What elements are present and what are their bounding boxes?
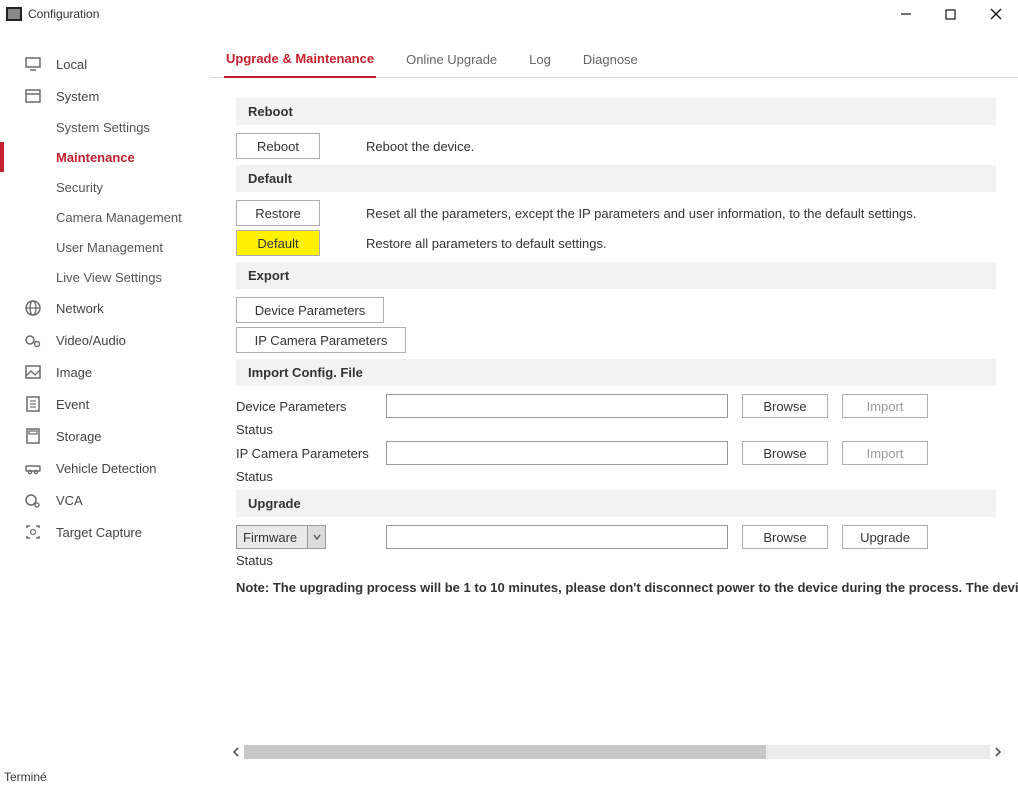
sidebar-item-label: Image: [56, 365, 92, 380]
content-panel: Reboot Reboot Reboot the device. Default…: [210, 78, 1018, 767]
window-title: Configuration: [28, 7, 99, 21]
titlebar: Configuration: [0, 0, 1018, 28]
label-device-parameters-status: Status: [236, 422, 386, 437]
chevron-down-icon: [307, 526, 325, 548]
target-capture-icon: [24, 523, 42, 541]
heading-reboot: Reboot: [236, 98, 996, 125]
label-ip-camera-parameters-status: Status: [236, 469, 386, 484]
reboot-description: Reboot the device.: [366, 139, 474, 154]
scrollbar-thumb[interactable]: [244, 745, 766, 759]
sidebar-item-local[interactable]: Local: [0, 48, 210, 80]
tab-log[interactable]: Log: [527, 52, 553, 77]
upgrade-note: Note: The upgrading process will be 1 to…: [236, 580, 1018, 595]
heading-upgrade: Upgrade: [236, 490, 996, 517]
monitor-icon: [24, 55, 42, 73]
sidebar-item-image[interactable]: Image: [0, 356, 210, 388]
minimize-button[interactable]: [883, 0, 928, 28]
status-text: Terminé: [4, 770, 47, 784]
heading-default: Default: [236, 165, 996, 192]
browse-ip-camera-parameters-button[interactable]: Browse: [742, 441, 828, 465]
import-ip-camera-parameters-button[interactable]: Import: [842, 441, 928, 465]
upgrade-type-value: Firmware: [243, 530, 297, 545]
globe-icon: [24, 299, 42, 317]
sidebar-item-security[interactable]: Security: [0, 172, 210, 202]
sidebar: Local System System Settings Maintenance…: [0, 28, 210, 767]
export-ip-camera-parameters-button[interactable]: IP Camera Parameters: [236, 327, 406, 353]
system-icon: [24, 87, 42, 105]
tab-bar: Upgrade & Maintenance Online Upgrade Log…: [210, 28, 1018, 78]
ip-camera-parameters-path-input[interactable]: [386, 441, 728, 465]
label-device-parameters: Device Parameters: [236, 399, 386, 414]
tab-diagnose[interactable]: Diagnose: [581, 52, 640, 77]
upgrade-type-select[interactable]: Firmware: [236, 525, 326, 549]
vca-icon: [24, 491, 42, 509]
sidebar-item-label: VCA: [56, 493, 83, 508]
image-icon: [24, 363, 42, 381]
vehicle-icon: [24, 459, 42, 477]
sidebar-item-label: Storage: [56, 429, 102, 444]
sidebar-item-target-capture[interactable]: Target Capture: [0, 516, 210, 548]
scroll-right-icon[interactable]: [990, 744, 1006, 760]
app-icon: [6, 7, 22, 21]
sidebar-item-label: Local: [56, 57, 87, 72]
video-audio-icon: [24, 331, 42, 349]
sidebar-item-system-settings[interactable]: System Settings: [0, 112, 210, 142]
sidebar-item-vca[interactable]: VCA: [0, 484, 210, 516]
storage-icon: [24, 427, 42, 445]
device-parameters-path-input[interactable]: [386, 394, 728, 418]
sidebar-item-label: System: [56, 89, 99, 104]
event-icon: [24, 395, 42, 413]
tab-upgrade-maintenance[interactable]: Upgrade & Maintenance: [224, 51, 376, 78]
restore-button[interactable]: Restore: [236, 200, 320, 226]
sidebar-item-live-view-settings[interactable]: Live View Settings: [0, 262, 210, 292]
sidebar-item-system[interactable]: System: [0, 80, 210, 112]
horizontal-scrollbar[interactable]: [228, 743, 1006, 761]
sidebar-item-label: Vehicle Detection: [56, 461, 156, 476]
sidebar-item-event[interactable]: Event: [0, 388, 210, 420]
sidebar-item-storage[interactable]: Storage: [0, 420, 210, 452]
sidebar-item-maintenance[interactable]: Maintenance: [0, 142, 210, 172]
status-bar: Terminé: [0, 767, 1018, 787]
scrollbar-track[interactable]: [244, 745, 990, 759]
sidebar-item-label: Event: [56, 397, 89, 412]
heading-export: Export: [236, 262, 996, 289]
scroll-left-icon[interactable]: [228, 744, 244, 760]
heading-import: Import Config. File: [236, 359, 996, 386]
sidebar-item-camera-management[interactable]: Camera Management: [0, 202, 210, 232]
sidebar-item-label: Video/Audio: [56, 333, 126, 348]
label-upgrade-status: Status: [236, 553, 386, 568]
sidebar-item-label: Network: [56, 301, 104, 316]
sidebar-item-vehicle-detection[interactable]: Vehicle Detection: [0, 452, 210, 484]
restore-description: Reset all the parameters, except the IP …: [366, 206, 916, 221]
default-button[interactable]: Default: [236, 230, 320, 256]
sidebar-item-video-audio[interactable]: Video/Audio: [0, 324, 210, 356]
browse-upgrade-button[interactable]: Browse: [742, 525, 828, 549]
tab-online-upgrade[interactable]: Online Upgrade: [404, 52, 499, 77]
upgrade-button[interactable]: Upgrade: [842, 525, 928, 549]
reboot-button[interactable]: Reboot: [236, 133, 320, 159]
label-ip-camera-parameters: IP Camera Parameters: [236, 446, 386, 461]
sidebar-item-label: Target Capture: [56, 525, 142, 540]
maximize-button[interactable]: [928, 0, 973, 28]
close-button[interactable]: [973, 0, 1018, 28]
sidebar-item-user-management[interactable]: User Management: [0, 232, 210, 262]
sidebar-item-network[interactable]: Network: [0, 292, 210, 324]
export-device-parameters-button[interactable]: Device Parameters: [236, 297, 384, 323]
browse-device-parameters-button[interactable]: Browse: [742, 394, 828, 418]
upgrade-path-input[interactable]: [386, 525, 728, 549]
import-device-parameters-button[interactable]: Import: [842, 394, 928, 418]
default-description: Restore all parameters to default settin…: [366, 236, 607, 251]
